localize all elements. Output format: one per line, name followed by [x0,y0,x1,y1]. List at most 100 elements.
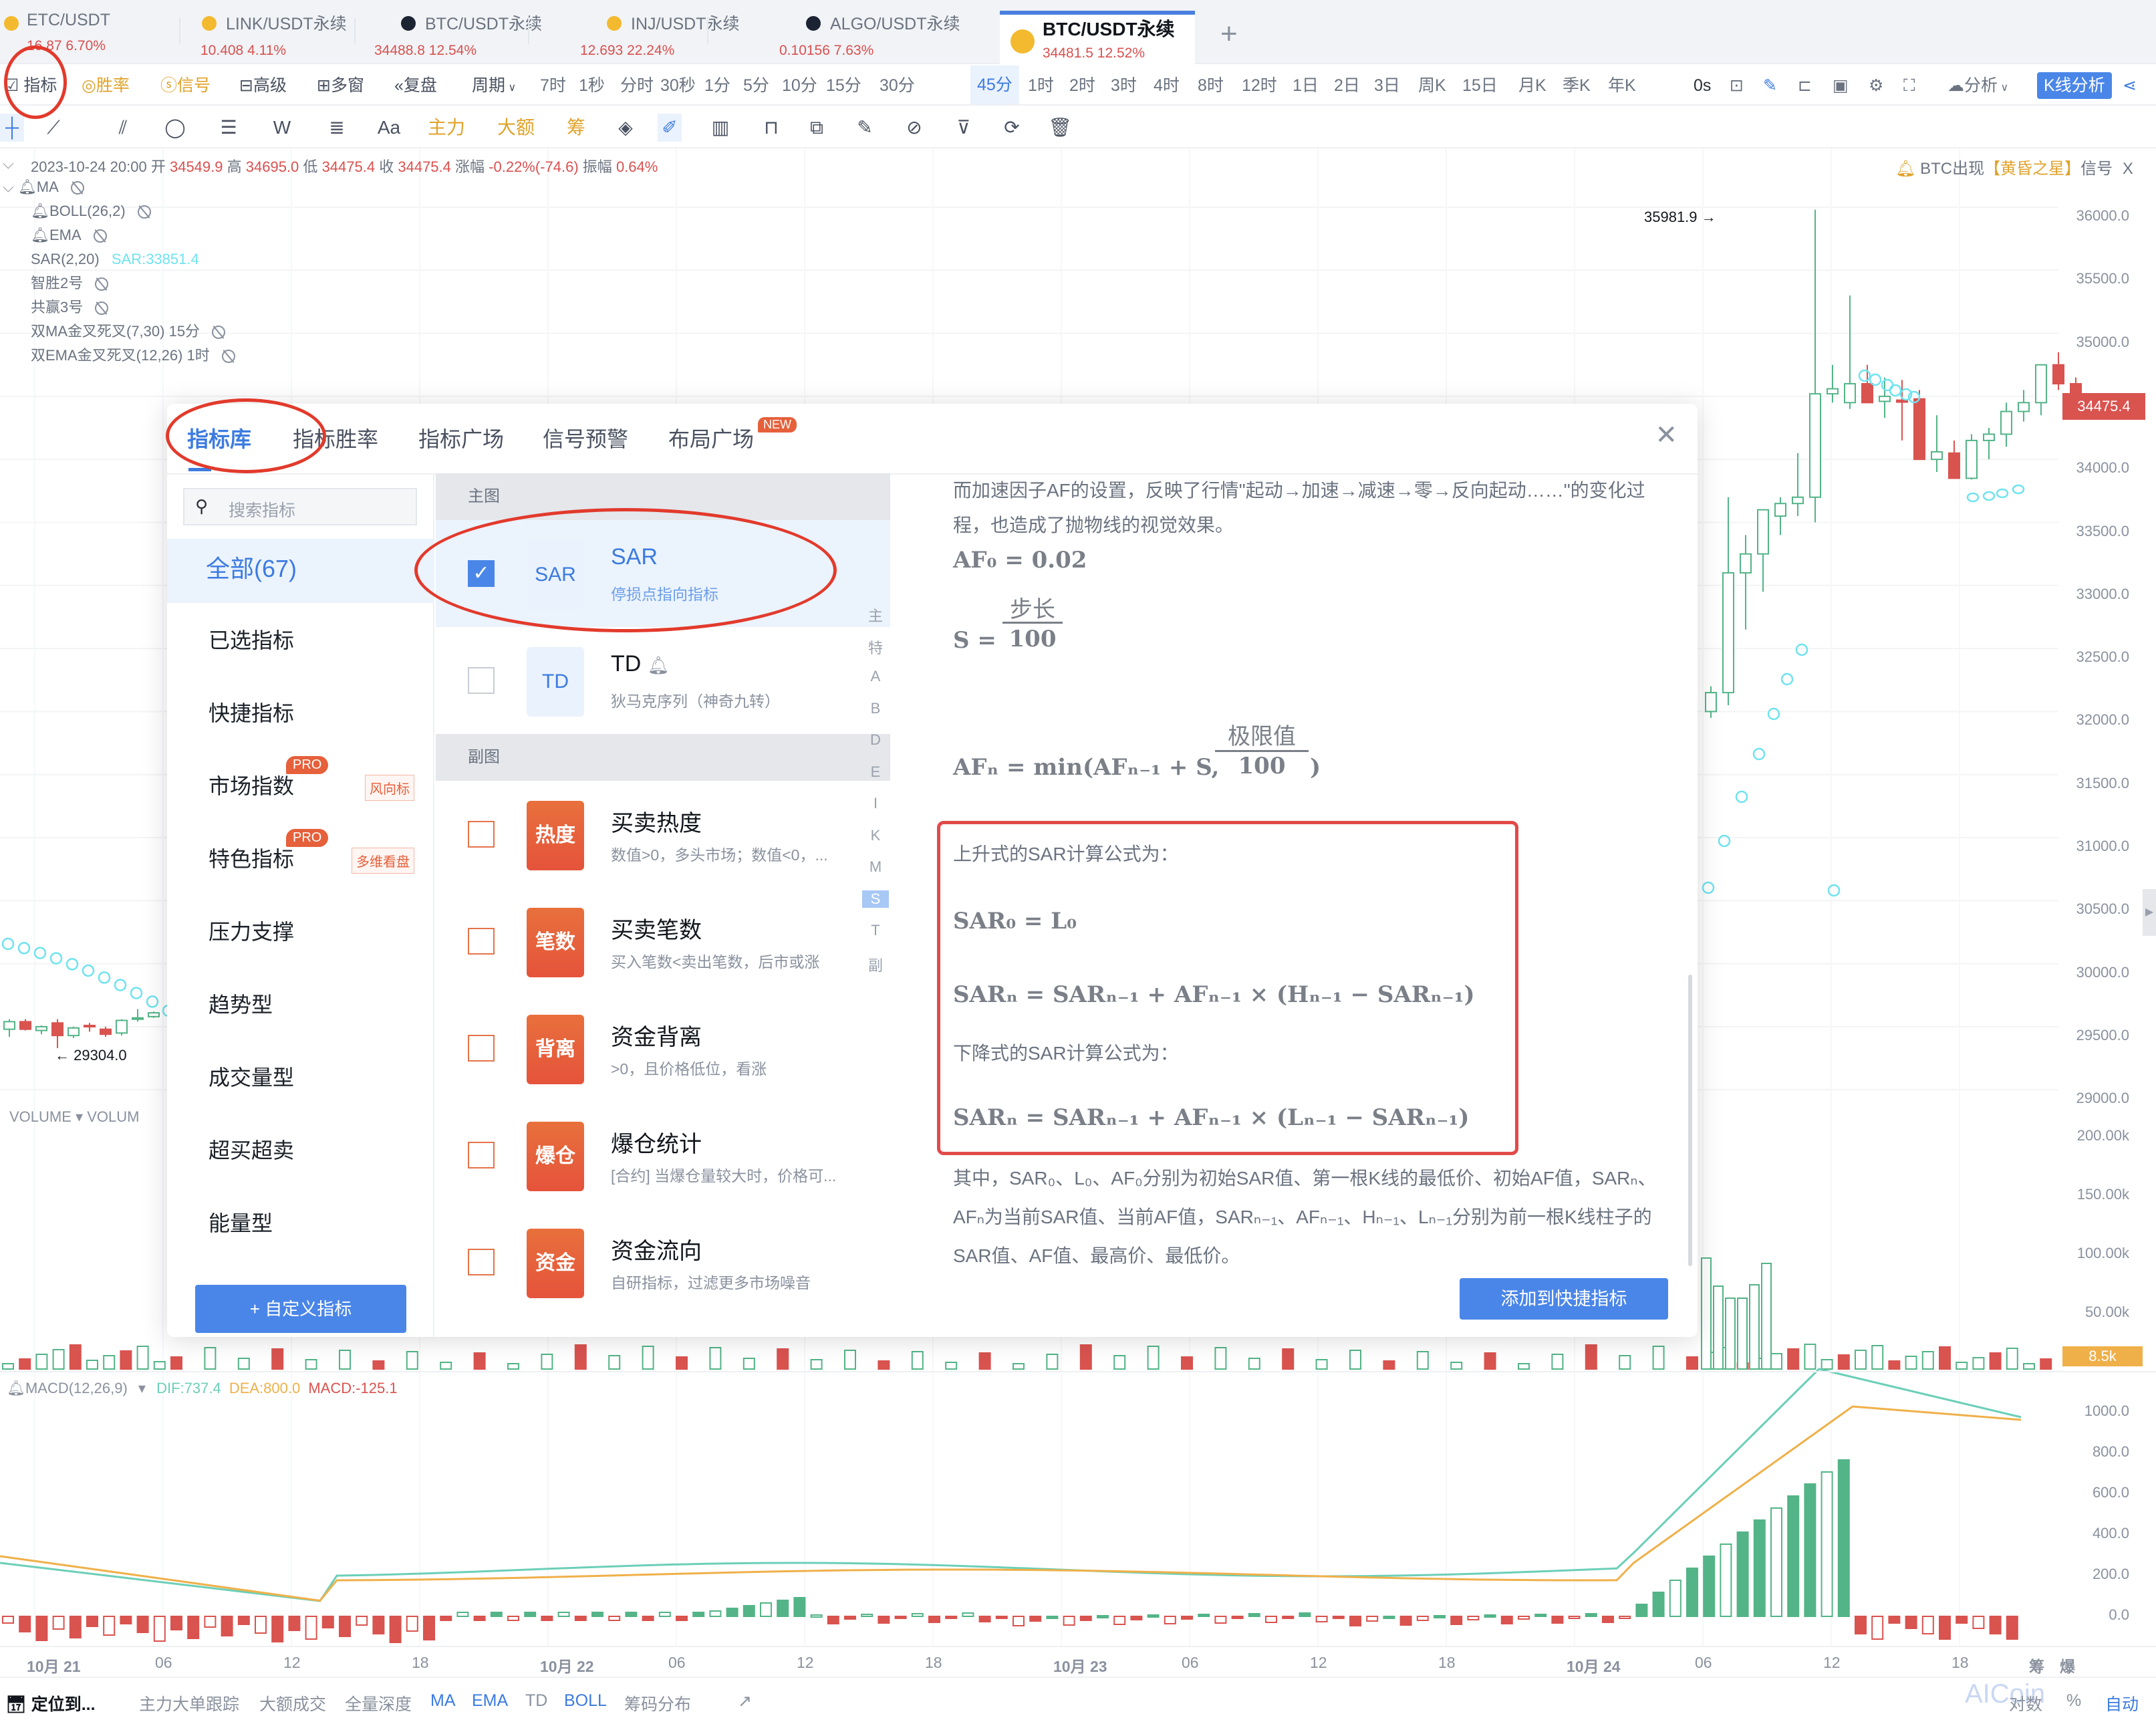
period-5[interactable]: 5分 [743,72,769,99]
chips-toggle[interactable]: 筹 [2029,1654,2044,1677]
collapse-icon[interactable]: ⌵ [3,155,14,172]
multiwindow-button[interactable]: ⊞多窗 [317,72,364,99]
channel-tool-icon[interactable]: ⫽ [111,114,135,142]
external-link-icon[interactable]: ↗ [738,1691,752,1711]
period-19[interactable]: 周K [1418,72,1446,99]
camera-icon[interactable]: ⊡ [1730,72,1744,99]
alpha-index-item[interactable]: K [862,827,889,844]
large-trade[interactable]: 大额成交 [259,1691,326,1715]
ticker-tab-btc[interactable]: BTC/USDT永续 34488.8 12.54% [374,11,542,64]
tab-layout-square[interactable]: 布局广场 [668,422,754,453]
kline-analysis-button[interactable]: K线分析 [2037,72,2112,99]
alpha-index-item[interactable]: 副 [862,954,889,975]
overlay-zhisheng[interactable]: 智胜2号 [31,271,109,295]
hide-icon[interactable] [95,277,109,291]
overlay-gongying[interactable]: 共赢3号 [31,295,109,320]
overlay-sar[interactable]: SAR(2,20) SAR:33851.4 [31,247,199,271]
toggle-ma[interactable]: MA [430,1691,456,1711]
volume-label[interactable]: VOLUME ▾ VOLUM [9,1108,139,1126]
ticker-tab-inj[interactable]: INJ/USDT永续 12.693 22.24% [580,11,740,64]
period-12[interactable]: 3时 [1111,72,1137,99]
winrate-button[interactable]: ◎胜率 [82,72,130,99]
ticker-tab-link[interactable]: LINK/USDT永续 10.408 4.11% [175,11,347,64]
period-10[interactable]: 1时 [1028,72,1054,99]
alpha-index-item[interactable]: S [862,890,889,908]
expand-panel-handle[interactable]: ▶ [2143,889,2156,936]
indicator-row[interactable]: 背离 资金背离 >0，且价格低位，看涨 [436,995,890,1102]
tab-signal-alert[interactable]: 信号预警 [543,422,628,453]
indicator-row[interactable]: 热度 买卖热度 数值>0，多头市场；数值<0，... [436,781,890,888]
wave-tool-icon[interactable]: W [270,114,294,142]
tab-indicator-square[interactable]: 指标广场 [418,422,504,453]
indicator-checkbox[interactable] [468,1249,495,1275]
search-input[interactable]: ⚲ 搜索指标 [183,488,417,525]
indicator-row[interactable]: 爆仓 爆仓统计 [合约] 当爆仓量较大时，价格可... [436,1102,890,1209]
category-1[interactable]: 已选指标 [209,624,294,654]
category-2[interactable]: 快捷指标 [209,697,294,727]
period-8[interactable]: 30分 [880,72,915,99]
alpha-index-item[interactable]: M [862,858,889,876]
close-icon[interactable]: X [2123,160,2133,178]
trash-icon[interactable]: 🗑 [1048,114,1072,142]
period-13[interactable]: 4时 [1154,72,1180,99]
alpha-index-item[interactable]: 主 [862,604,889,626]
advanced-button[interactable]: ⊟高级 [239,72,287,99]
main-force-tool[interactable]: 主力 [428,114,465,142]
scrollbar[interactable] [1688,975,1692,1266]
period-16[interactable]: 1日 [1293,72,1319,99]
replay-button[interactable]: «复盘 [394,72,437,99]
alpha-index-item[interactable]: B [862,700,889,717]
period-0[interactable]: 7时 [540,72,566,99]
macd-legend[interactable]: 🔔︎MACD(12,26,9) ▾ DIF:737.4 DEA:800.0 MA… [7,1380,398,1397]
tab-indicator-library[interactable]: 指标库 [187,422,251,453]
period-4[interactable]: 1分 [704,72,730,99]
chip-distribution[interactable]: 筹码分布 [624,1691,691,1715]
ticker-tab-etc[interactable]: ETC/USDT 16.87 6.70% [0,11,110,64]
indicator-row-td[interactable]: TD TD 🔔︎ 狄马克序列（神奇九转） [436,627,890,734]
close-modal-button[interactable]: ✕ [1655,420,1677,451]
fib-tool-icon[interactable]: ≣ [325,114,349,142]
overlay-boll[interactable]: 🔔︎BOLL(26,2) [31,199,151,223]
period-15[interactable]: 12时 [1242,72,1277,99]
indicator-row[interactable]: 资金 资金流向 自研指标，过滤更多市场噪音 [436,1209,890,1316]
auto-toggle[interactable]: 自动 [2105,1691,2139,1715]
bell-icon[interactable]: 🔔︎ [648,655,670,675]
custom-indicator-button[interactable]: + 自定义指标 [195,1285,406,1333]
line-tool-icon[interactable]: ⟋ [41,114,65,142]
hide-icon[interactable] [95,301,109,316]
indicator-checkbox[interactable] [468,1142,495,1168]
pencil-icon[interactable]: ✎ [1763,72,1777,99]
brush-icon[interactable]: ✐ [658,114,682,142]
indicator-checkbox[interactable] [468,667,495,694]
tab-indicator-winrate[interactable]: 指标胜率 [293,422,378,453]
hline-tool-icon[interactable]: ☰ [217,114,241,142]
period-18[interactable]: 3日 [1374,72,1400,99]
signal-button[interactable]: ⓢ信号 [160,72,211,99]
category-8[interactable]: 超买超卖 [209,1134,294,1164]
chips-tool[interactable]: 筹 [564,114,588,142]
period-20[interactable]: 15日 [1462,72,1498,99]
filter-icon[interactable]: ⊽ [952,114,976,142]
link-icon[interactable]: ⊘ [902,114,926,142]
category-3[interactable]: 市场指数 [209,769,294,800]
overlay-ma[interactable]: ⌵ 🔔︎MA [3,175,84,199]
alpha-index-item[interactable]: A [862,668,889,685]
large-order-tool[interactable]: 大额 [497,114,535,142]
ticker-tab-algo[interactable]: ALGO/USDT永续 0.10156 7.63% [779,11,960,64]
text-tool[interactable]: Aa [377,114,401,142]
period-1[interactable]: 1秒 [579,72,605,99]
full-depth[interactable]: 全量深度 [345,1691,412,1715]
sync-icon[interactable]: ⟳ [1000,114,1024,142]
indicator-row[interactable]: 笔数 买卖笔数 买入笔数<卖出笔数，后市或涨 [436,888,890,995]
alpha-index-item[interactable]: D [862,731,889,749]
period-23[interactable]: 年K [1608,72,1636,99]
percent-toggle[interactable]: % [2066,1691,2081,1711]
circle-tool-icon[interactable]: ◯ [163,114,187,142]
period-3[interactable]: 30秒 [660,72,696,99]
locate-button[interactable]: 📅︎ 定位到... [5,1691,96,1715]
category-5[interactable]: 压力支撑 [209,915,294,946]
indicator-checkbox[interactable] [468,821,495,848]
indicator-checkbox[interactable]: ✓ [468,560,495,587]
alpha-index-item[interactable]: E [862,763,889,781]
edit-icon[interactable]: ✎ [853,114,877,142]
